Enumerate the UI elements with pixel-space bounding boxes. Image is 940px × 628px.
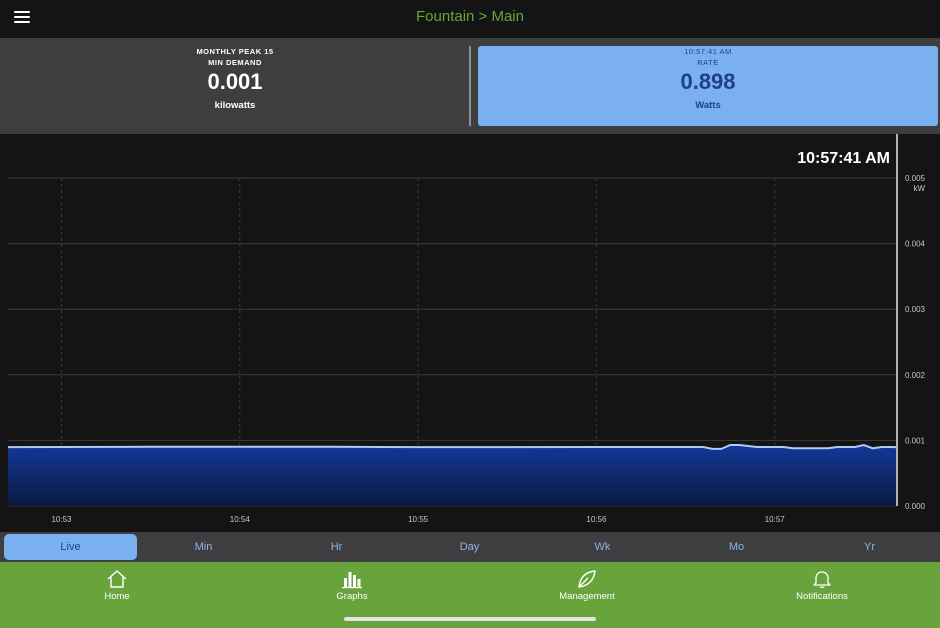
y-tick-label: 0.003: [905, 305, 926, 314]
tab-min[interactable]: Min: [137, 534, 270, 560]
y-tick-label: 0.001: [905, 436, 926, 445]
bell-icon: [813, 571, 831, 588]
nav-graphs[interactable]: Graphs: [292, 569, 412, 609]
peak-demand-value: 0.001: [207, 69, 263, 94]
chart-current-time: 10:57:41 AM: [797, 150, 890, 167]
rate-unit: Watts: [695, 100, 721, 111]
range-tabs: Live Min Hr Day Wk Mo Yr: [0, 532, 940, 562]
monthly-peak-demand-card[interactable]: MONTHLY PEAK 15 MIN DEMAND 0.001 kilowat…: [0, 38, 470, 134]
tab-yr[interactable]: Yr: [803, 534, 936, 560]
home-icon: [107, 570, 127, 588]
rate-label: RATE: [697, 58, 719, 67]
tab-mo[interactable]: Mo: [670, 534, 803, 560]
stats-panel: MONTHLY PEAK 15 MIN DEMAND 0.001 kilowat…: [0, 38, 940, 134]
x-tick-label: 10:54: [230, 515, 251, 524]
nav-home[interactable]: Home: [57, 569, 177, 609]
tab-hr[interactable]: Hr: [270, 534, 403, 560]
y-tick-label: 0.002: [905, 371, 926, 380]
nav-home-label: Home: [104, 591, 130, 602]
x-tick-label: 10:53: [51, 515, 72, 524]
power-area-fill: [8, 445, 896, 506]
nav-graphs-label: Graphs: [336, 591, 368, 602]
live-power-chart[interactable]: 0.000 0.001 0.002 0.003 0.004 0.005 kW 10:53 10:…: [0, 134, 940, 532]
nav-notifications[interactable]: Notifications: [762, 569, 882, 609]
y-tick-label: 0.004: [905, 240, 926, 249]
home-indicator-bar[interactable]: [344, 617, 596, 621]
tab-wk[interactable]: Wk: [536, 534, 669, 560]
x-tick-label: 10:55: [408, 515, 429, 524]
y-tick-label: 0.000: [905, 502, 926, 511]
nav-management[interactable]: Management: [527, 569, 647, 609]
nav-management-label: Management: [559, 591, 615, 602]
nav-notifications-label: Notifications: [796, 591, 848, 602]
chart-canvas: 0.000 0.001 0.002 0.003 0.004 0.005kW 10:53 10:…: [7, 134, 926, 524]
page-title: Fountain > Main: [416, 8, 524, 25]
y-unit-label: kW: [913, 184, 925, 193]
bar-chart-icon: [342, 572, 362, 589]
x-tick-label: 10:56: [586, 515, 607, 524]
current-rate-card[interactable]: 10:57:41 AM RATE 0.898 Watts: [478, 46, 938, 126]
min-demand-label: MIN DEMAND: [208, 58, 262, 67]
stats-divider: [469, 46, 471, 126]
leaf-icon: [578, 570, 596, 588]
bottom-navigation: Home Graphs Management Notifications: [0, 562, 940, 628]
y-tick-label: 0.005: [905, 174, 926, 183]
rate-value: 0.898: [680, 69, 736, 94]
x-tick-label: 10:57: [765, 515, 786, 524]
rate-time-label: 10:57:41 AM: [684, 47, 732, 56]
tab-live[interactable]: Live: [4, 534, 137, 560]
tab-day[interactable]: Day: [403, 534, 536, 560]
top-bar: Fountain > Main: [0, 0, 940, 38]
monthly-peak-label: MONTHLY PEAK 15: [196, 47, 274, 56]
app-screen: Fountain > Main MONTHLY PEAK 15 MIN DEMA…: [0, 0, 940, 628]
peak-demand-unit: kilowatts: [214, 100, 256, 111]
